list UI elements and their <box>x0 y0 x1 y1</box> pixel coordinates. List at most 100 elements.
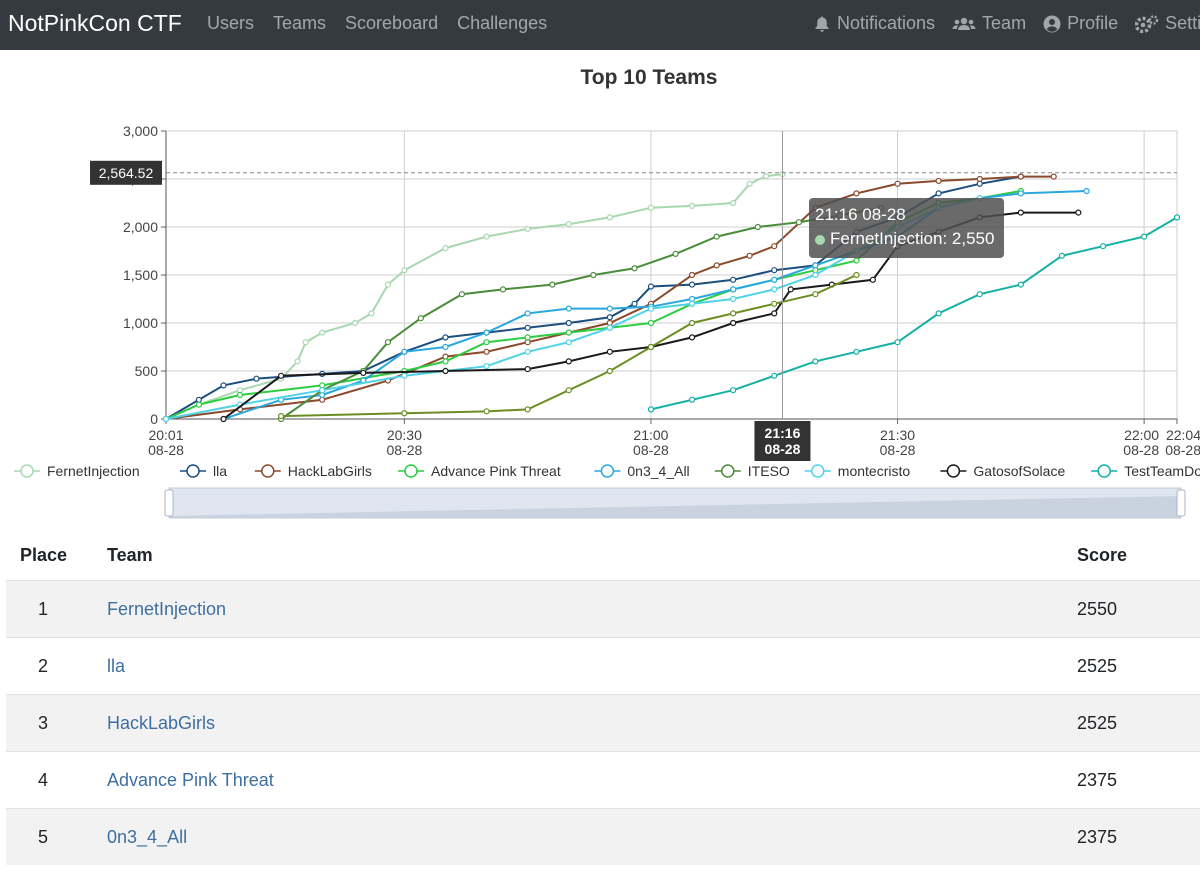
series-point <box>1083 187 1090 195</box>
legend-marker <box>20 464 34 478</box>
table-row: 2 lla 2525 <box>6 637 1200 695</box>
series-point <box>713 233 720 240</box>
team-cell: lla <box>107 637 1077 695</box>
team-cell: 0n3_4_All <box>107 808 1077 865</box>
series-point <box>1075 209 1082 216</box>
zoom-handle-right[interactable] <box>1176 489 1186 517</box>
table-header-row: Place Team Score <box>6 530 1200 581</box>
series-point <box>730 310 737 317</box>
x-tick-date: 08-28 <box>386 442 422 458</box>
tooltip-value: 2,550 <box>951 229 995 248</box>
legend-marker <box>946 464 961 478</box>
nav-link-profile[interactable]: Profile <box>1043 13 1118 34</box>
series-point <box>812 358 819 365</box>
series-point <box>277 413 285 420</box>
series-point <box>524 365 531 373</box>
y-tick-label: 3,000 <box>123 123 158 139</box>
series-point <box>771 286 778 293</box>
series-point <box>869 276 876 283</box>
team-link[interactable]: FernetInjection <box>107 599 226 619</box>
tooltip-row: FernetInjection: 2,550 <box>815 227 998 251</box>
series-point <box>565 387 572 394</box>
series-point <box>401 348 408 355</box>
brand-title[interactable]: NotPinkCon CTF <box>8 10 182 37</box>
place-cell: 4 <box>6 751 107 809</box>
legend-label: Advance Pink Threat <box>431 463 561 479</box>
nav-link-settings[interactable]: Settings <box>1135 13 1200 34</box>
x-tick-label: 22:04 <box>1166 427 1200 443</box>
series-point <box>762 173 770 180</box>
series-point <box>688 319 696 327</box>
users-icon <box>952 17 976 30</box>
table-row: 1 FernetInjection 2550 <box>6 580 1200 638</box>
score-cell: 2525 <box>1077 637 1200 695</box>
team-link[interactable]: 0n3_4_All <box>107 827 187 847</box>
series-point <box>458 291 466 298</box>
nav-link-users[interactable]: Users <box>207 13 254 34</box>
score-cell: 2550 <box>1077 580 1200 638</box>
series-point <box>812 291 819 298</box>
team-cell: Advance Pink Threat <box>107 751 1077 809</box>
series-point <box>524 348 531 355</box>
series-point <box>483 339 490 346</box>
legend-marker <box>404 464 418 478</box>
series-point <box>1017 190 1024 197</box>
series-point <box>524 324 531 331</box>
series-line <box>281 274 857 418</box>
series-point <box>976 291 983 298</box>
series-point <box>294 358 301 365</box>
pointer-x-date: 08-28 <box>765 441 801 457</box>
series-point <box>935 190 942 197</box>
series-point <box>220 415 227 423</box>
team-link[interactable]: Advance Pink Threat <box>107 770 274 790</box>
series-point <box>565 358 572 365</box>
pointer-x-label: 21:16 <box>765 425 801 441</box>
table-row: 3 HackLabGirls 2525 <box>6 694 1200 752</box>
series-point <box>976 175 983 183</box>
nav-link-notifications[interactable]: Notifications <box>813 13 935 34</box>
legend-label: 0n3_4_All <box>627 463 689 479</box>
series-point <box>631 300 638 307</box>
series-point <box>565 221 572 228</box>
series-point <box>442 334 449 341</box>
series-point <box>730 286 737 293</box>
nav-link-scoreboard[interactable]: Scoreboard <box>345 13 438 34</box>
series-point <box>483 363 490 370</box>
series-point <box>787 286 794 293</box>
x-tick-date: 08-28 <box>148 442 184 458</box>
nav-link-team[interactable]: Team <box>952 13 1026 34</box>
tooltip-separator: : <box>942 229 952 248</box>
series-point <box>746 252 753 259</box>
team-link[interactable]: HackLabGirls <box>107 713 215 733</box>
legend-marker <box>811 464 825 478</box>
series-point <box>771 310 778 317</box>
series-point <box>1050 173 1057 180</box>
nav-link-teams[interactable]: Teams <box>273 13 326 34</box>
x-tick-date: 08-28 <box>1165 442 1200 458</box>
bell-icon <box>815 16 829 32</box>
x-tick-label: 21:30 <box>880 427 915 443</box>
legend-label: GatosofSolace <box>973 463 1065 479</box>
series-point <box>730 199 737 207</box>
header-score: Score <box>1077 544 1128 565</box>
series-point <box>688 396 696 403</box>
series-point <box>1017 173 1024 180</box>
series-point <box>606 314 613 321</box>
nav-link-challenges[interactable]: Challenges <box>457 13 547 34</box>
user-circle-icon <box>1043 15 1061 32</box>
series-point <box>606 305 613 312</box>
team-link[interactable]: lla <box>107 656 125 676</box>
series-point <box>713 262 720 269</box>
series-point <box>236 391 244 399</box>
series-point <box>220 382 227 389</box>
y-tick-label: 500 <box>135 363 159 379</box>
scoreboard-table: Place Team Score 1 FernetInjection 2550 … <box>6 530 1200 865</box>
series-point <box>302 339 309 346</box>
legend-label: montecristo <box>838 463 911 479</box>
zoom-handle-left[interactable] <box>164 489 174 517</box>
series-point <box>319 329 326 336</box>
series-point <box>606 348 613 355</box>
x-tick-label: 21:00 <box>633 427 668 443</box>
series-point <box>384 281 392 288</box>
series-point <box>565 339 572 346</box>
